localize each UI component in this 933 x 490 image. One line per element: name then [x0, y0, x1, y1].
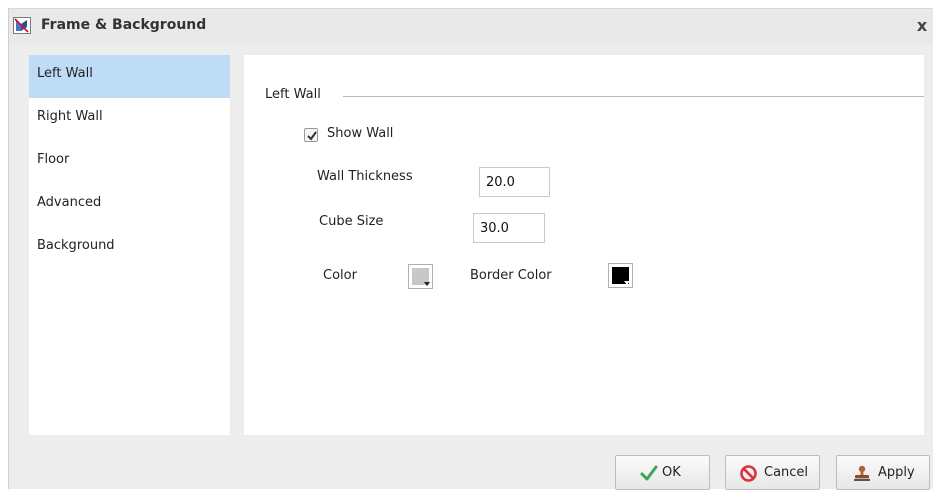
- nav-item-background[interactable]: Background: [29, 227, 230, 270]
- frame-background-dialog: Frame & Background x Left Wall Right Wal…: [8, 8, 933, 490]
- title-bar[interactable]: Frame & Background x: [9, 9, 933, 43]
- dialog-title: Frame & Background: [41, 17, 207, 33]
- ok-label: OK: [662, 465, 681, 480]
- stamp-icon: [853, 465, 871, 486]
- apply-button[interactable]: Apply: [836, 455, 930, 490]
- wall-thickness-label: Wall Thickness: [317, 169, 413, 184]
- color-label: Color: [323, 268, 357, 283]
- nav-item-label: Floor: [37, 152, 70, 167]
- nav-item-label: Left Wall: [37, 66, 93, 81]
- nav-item-label: Advanced: [37, 195, 102, 210]
- cancel-button[interactable]: Cancel: [725, 455, 820, 490]
- cancel-label: Cancel: [764, 465, 809, 480]
- nav-item-label: Right Wall: [37, 109, 103, 124]
- settings-panel: Left Wall Show Wall Wall Thickness 20.0 …: [244, 55, 924, 435]
- close-icon[interactable]: x: [914, 18, 930, 34]
- show-wall-label: Show Wall: [327, 126, 394, 141]
- color-picker[interactable]: [408, 264, 433, 289]
- nav-item-left-wall[interactable]: Left Wall: [29, 55, 230, 98]
- section-divider: [343, 96, 924, 97]
- section-title: Left Wall: [265, 87, 321, 102]
- nav-item-label: Background: [37, 238, 115, 253]
- cancel-icon: [740, 465, 757, 486]
- check-icon: [640, 465, 658, 485]
- border-color-picker[interactable]: [608, 263, 633, 288]
- dropdown-arrow-icon: [624, 281, 630, 285]
- chart-wall-icon: [13, 17, 31, 34]
- show-wall-checkbox[interactable]: [304, 128, 318, 142]
- apply-label: Apply: [878, 465, 915, 480]
- cube-size-input[interactable]: 30.0: [473, 213, 545, 243]
- wall-thickness-input[interactable]: 20.0: [479, 167, 550, 197]
- ok-button[interactable]: OK: [615, 455, 710, 490]
- dropdown-arrow-icon: [424, 282, 430, 286]
- nav-item-floor[interactable]: Floor: [29, 141, 230, 184]
- nav-item-right-wall[interactable]: Right Wall: [29, 98, 230, 141]
- border-color-label: Border Color: [470, 268, 552, 283]
- cube-size-label: Cube Size: [319, 214, 384, 229]
- checkmark-icon: [307, 131, 317, 141]
- category-nav: Left Wall Right Wall Floor Advanced Back…: [29, 55, 230, 435]
- nav-item-advanced[interactable]: Advanced: [29, 184, 230, 227]
